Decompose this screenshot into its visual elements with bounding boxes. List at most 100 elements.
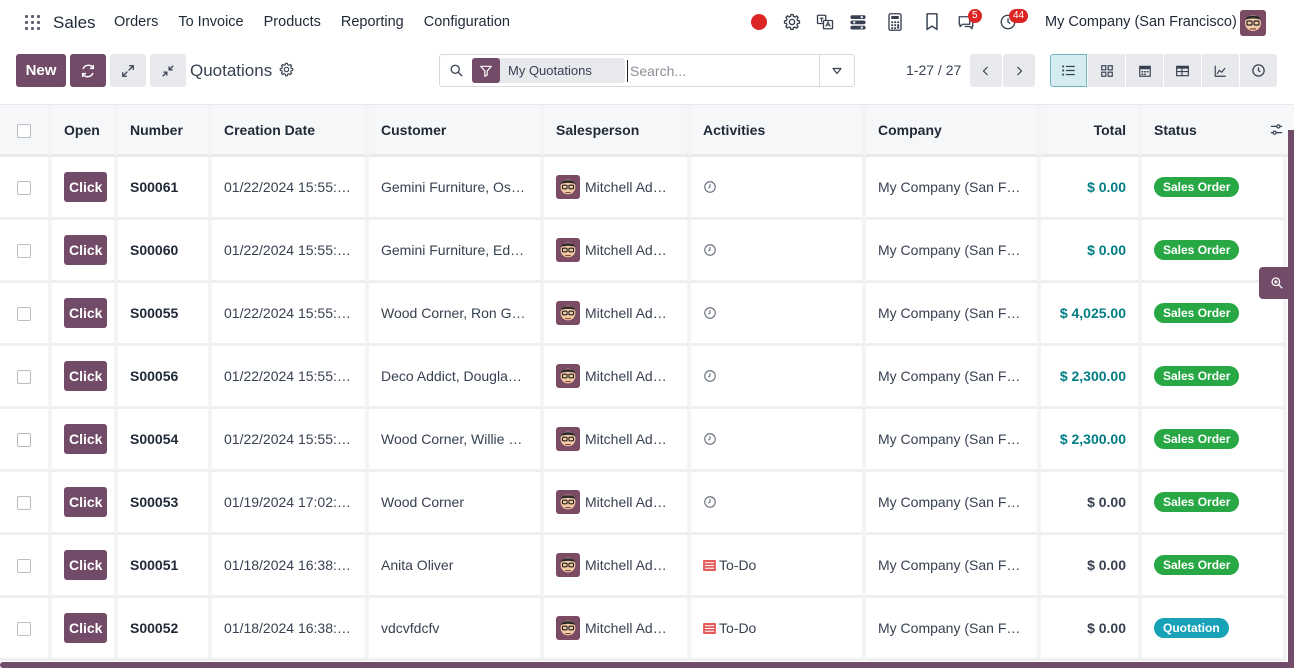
open-button[interactable]: Click	[64, 172, 108, 202]
column-header-total[interactable]: Total	[1041, 105, 1142, 157]
pivot-view-button[interactable]	[1164, 54, 1201, 87]
menu-item-configuration[interactable]: Configuration	[424, 14, 510, 30]
open-button[interactable]: Click	[64, 550, 108, 580]
row-checkbox[interactable]	[0, 598, 52, 661]
messages-count-badge: 5	[968, 9, 982, 23]
order-number: S00061	[118, 157, 212, 220]
table-row[interactable]: Click…S0006001/22/2024 15:55:…Gemini Fur…	[0, 220, 1287, 283]
activity-clock-icon[interactable]	[703, 495, 850, 509]
activity-clock-icon[interactable]	[703, 432, 850, 446]
table-row[interactable]: Click…S0005401/22/2024 15:55:…Wood Corne…	[0, 409, 1287, 472]
activity-clock-icon[interactable]	[703, 306, 850, 320]
expand-icon[interactable]	[110, 54, 146, 87]
open-button[interactable]: Click	[64, 298, 108, 328]
activity-cell[interactable]	[691, 283, 866, 346]
activity-cell[interactable]	[691, 157, 866, 220]
list-view-button[interactable]	[1050, 54, 1087, 87]
order-number: S00054	[118, 409, 212, 472]
activity-cell[interactable]	[691, 220, 866, 283]
translate-icon[interactable]	[815, 12, 835, 32]
activities-clock-icon[interactable]: 44	[998, 9, 1029, 32]
activity-clock-icon[interactable]	[703, 180, 850, 194]
new-button[interactable]: New	[16, 54, 66, 87]
row-checkbox[interactable]	[0, 283, 52, 346]
bookmark-icon[interactable]	[922, 12, 942, 32]
row-checkbox[interactable]	[0, 157, 52, 220]
company-name: My Company (San Fra…	[866, 157, 1041, 220]
activity-view-button[interactable]	[1240, 54, 1277, 87]
order-total: $ 0.00	[1087, 179, 1126, 195]
pivot-table-icon	[1176, 65, 1189, 76]
horizontal-scrollbar[interactable]	[0, 662, 1290, 668]
pager-previous-button[interactable]	[970, 54, 1002, 87]
user-avatar[interactable]	[1240, 10, 1266, 36]
table-row[interactable]: Click…S0005601/22/2024 15:55:…Deco Addic…	[0, 346, 1287, 409]
recording-indicator-icon[interactable]	[749, 12, 769, 32]
open-button[interactable]: Click	[64, 487, 108, 517]
creation-date: 01/22/2024 15:55:…	[212, 283, 369, 346]
column-header-activities[interactable]: Activities	[691, 105, 866, 157]
actions-gear-icon[interactable]	[279, 62, 294, 80]
kanban-view-button[interactable]	[1088, 54, 1125, 87]
column-header-creation-date[interactable]: Creation Date	[212, 105, 369, 157]
open-button[interactable]: Click	[64, 235, 108, 265]
open-button[interactable]: Click	[64, 424, 108, 454]
search-input[interactable]	[627, 60, 817, 82]
activity-cell[interactable]	[691, 409, 866, 472]
menu-item-to-invoice[interactable]: To Invoice	[178, 14, 243, 30]
vertical-scrollbar[interactable]	[1288, 130, 1294, 668]
row-checkbox[interactable]	[0, 535, 52, 598]
table-row[interactable]: Click…S0006101/22/2024 15:55:…Gemini Fur…	[0, 157, 1287, 220]
column-header-number[interactable]: Number	[118, 105, 212, 157]
salesperson-name: Mitchell Adm…	[585, 494, 675, 510]
activity-cell[interactable]: To-Do	[691, 598, 866, 661]
open-button[interactable]: Click	[64, 613, 108, 643]
calendar-view-button[interactable]	[1126, 54, 1163, 87]
zoom-in-icon[interactable]	[1259, 267, 1294, 299]
column-header-salesperson[interactable]: Salesperson	[544, 105, 691, 157]
activity-clock-icon[interactable]	[703, 243, 850, 257]
activity-cell[interactable]	[691, 346, 866, 409]
salesperson-name: Mitchell Adm…	[585, 557, 675, 573]
column-header-company[interactable]: Company	[866, 105, 1041, 157]
collapse-icon[interactable]	[150, 54, 186, 87]
search-options-toggle[interactable]	[819, 55, 854, 86]
menu-item-orders[interactable]: Orders	[114, 14, 158, 30]
pager-value[interactable]: 1-27 / 27	[906, 62, 961, 78]
activity-clock-icon[interactable]	[703, 369, 850, 383]
messages-icon[interactable]: 5	[956, 9, 982, 32]
calculator-icon[interactable]	[885, 12, 905, 32]
customer-name: Wood Corner	[369, 472, 544, 535]
select-all-checkbox[interactable]	[0, 105, 52, 157]
column-header-open[interactable]: Open	[52, 105, 118, 157]
row-checkbox[interactable]	[0, 409, 52, 472]
facet-label: My Quotations	[508, 63, 592, 78]
table-row[interactable]: Click…S0005501/22/2024 15:55:…Wood Corne…	[0, 283, 1287, 346]
quotations-list: Open Number Creation Date Customer Sales…	[0, 104, 1294, 668]
graph-view-button[interactable]	[1202, 54, 1239, 87]
menu-item-reporting[interactable]: Reporting	[341, 14, 404, 30]
open-button[interactable]: Click	[64, 361, 108, 391]
table-row[interactable]: Click…S0005201/18/2024 16:38:…vdcvfdcfvM…	[0, 598, 1287, 661]
apps-menu-icon[interactable]	[25, 15, 40, 30]
app-name[interactable]: Sales	[53, 13, 96, 33]
clock-icon	[1252, 64, 1265, 77]
row-checkbox[interactable]	[0, 472, 52, 535]
menu-item-products[interactable]: Products	[264, 14, 321, 30]
row-checkbox[interactable]	[0, 346, 52, 409]
activity-cell[interactable]	[691, 472, 866, 535]
activity-cell[interactable]: To-Do	[691, 535, 866, 598]
toggles-icon[interactable]	[848, 12, 868, 32]
table-row[interactable]: Click…S0005301/19/2024 17:02:…Wood Corne…	[0, 472, 1287, 535]
table-body: Click…S0006101/22/2024 15:55:…Gemini Fur…	[0, 157, 1287, 661]
salesperson-avatar	[556, 490, 580, 514]
table-row[interactable]: Click…S0005101/18/2024 16:38:…Anita Oliv…	[0, 535, 1287, 598]
column-header-customer[interactable]: Customer	[369, 105, 544, 157]
list-icon	[1062, 65, 1075, 76]
settings-gear-icon[interactable]	[782, 12, 802, 32]
refresh-icon[interactable]	[70, 54, 106, 87]
company-switcher[interactable]: My Company (San Francisco)	[1045, 14, 1237, 30]
pager-next-button[interactable]	[1003, 54, 1035, 87]
row-checkbox[interactable]	[0, 220, 52, 283]
search-facet[interactable]: My Quotations	[472, 58, 625, 83]
